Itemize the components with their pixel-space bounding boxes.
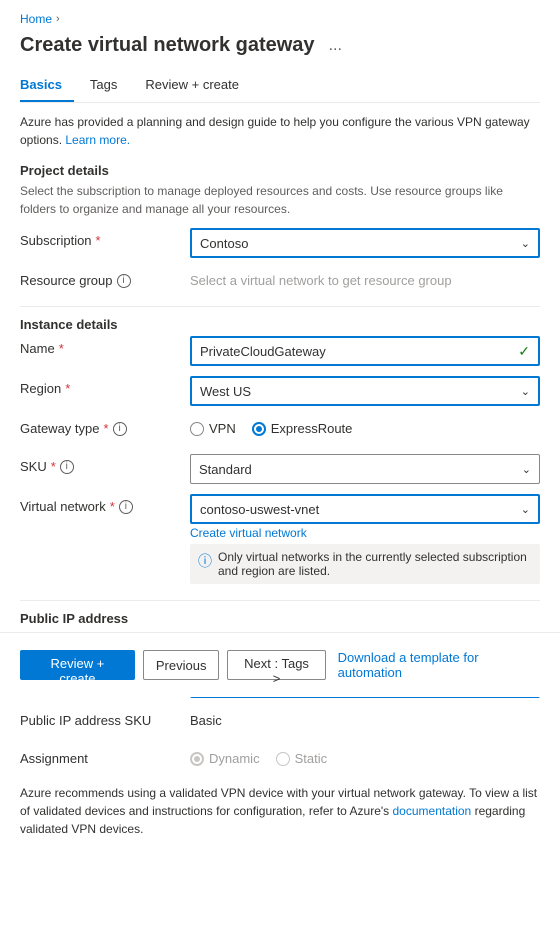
review-create-button[interactable]: Review + create bbox=[20, 650, 135, 680]
info-bar: Azure has provided a planning and design… bbox=[20, 113, 540, 149]
virtual-network-value: contoso-uswest-vnet bbox=[200, 502, 319, 517]
divider-2 bbox=[20, 600, 540, 601]
region-label: Region * bbox=[20, 376, 190, 396]
name-control: PrivateCloudGateway ✓ bbox=[190, 336, 540, 366]
region-row: Region * West US ⌄ bbox=[20, 376, 540, 406]
region-control: West US ⌄ bbox=[190, 376, 540, 406]
region-required: * bbox=[65, 381, 70, 396]
assignment-control: Dynamic Static bbox=[190, 746, 540, 766]
assignment-label: Assignment bbox=[20, 746, 190, 766]
tabs-container: Basics Tags Review + create bbox=[20, 69, 540, 103]
breadcrumb: Home › bbox=[20, 12, 540, 26]
virtual-network-select[interactable]: contoso-uswest-vnet ⌄ bbox=[190, 494, 540, 524]
gateway-type-expressroute-option[interactable]: ExpressRoute bbox=[252, 421, 353, 436]
region-value: West US bbox=[200, 384, 251, 399]
resource-group-label: Resource group i bbox=[20, 268, 190, 288]
public-ip-sku-label: Public IP address SKU bbox=[20, 708, 190, 728]
sku-info-icon[interactable]: i bbox=[60, 460, 74, 474]
public-ip-sku-row: Public IP address SKU Basic bbox=[20, 708, 540, 736]
recommendation-text: Azure recommends using a validated VPN d… bbox=[20, 784, 540, 838]
gateway-type-vpn-option[interactable]: VPN bbox=[190, 421, 236, 436]
sku-required: * bbox=[51, 459, 56, 474]
create-virtual-network-link[interactable]: Create virtual network bbox=[190, 526, 540, 540]
name-row: Name * PrivateCloudGateway ✓ bbox=[20, 336, 540, 366]
breadcrumb-separator: › bbox=[56, 13, 60, 25]
gateway-type-info-icon[interactable]: i bbox=[113, 422, 127, 436]
name-required: * bbox=[59, 341, 64, 356]
previous-button[interactable]: Previous bbox=[143, 650, 220, 680]
name-input[interactable]: PrivateCloudGateway ✓ bbox=[190, 336, 540, 366]
sku-control: Standard ⌄ bbox=[190, 454, 540, 484]
instance-details-title: Instance details bbox=[20, 317, 540, 332]
gateway-type-row: Gateway type * i VPN ExpressRoute bbox=[20, 416, 540, 444]
gateway-type-vpn-radio[interactable] bbox=[190, 422, 204, 436]
notice-text: Only virtual networks in the currently s… bbox=[218, 550, 532, 578]
static-radio bbox=[276, 752, 290, 766]
region-chevron: ⌄ bbox=[521, 385, 530, 398]
page-header: Create virtual network gateway ... bbox=[20, 34, 540, 57]
resource-group-info-icon[interactable]: i bbox=[117, 274, 131, 288]
static-label: Static bbox=[295, 751, 328, 766]
name-value: PrivateCloudGateway bbox=[200, 344, 326, 359]
virtual-network-label: Virtual network * i bbox=[20, 494, 190, 514]
sku-select[interactable]: Standard ⌄ bbox=[190, 454, 540, 484]
assignment-radio-group: Dynamic Static bbox=[190, 746, 540, 766]
dynamic-radio bbox=[190, 752, 204, 766]
recommendation-link[interactable]: documentation bbox=[393, 804, 472, 818]
virtual-network-row: Virtual network * i contoso-uswest-vnet … bbox=[20, 494, 540, 590]
virtual-network-info-icon[interactable]: i bbox=[119, 500, 133, 514]
page-title: Create virtual network gateway bbox=[20, 34, 315, 57]
sku-chevron: ⌄ bbox=[522, 463, 531, 476]
name-valid-icon: ✓ bbox=[518, 343, 530, 360]
next-button[interactable]: Next : Tags > bbox=[227, 650, 325, 680]
subscription-chevron: ⌄ bbox=[521, 237, 530, 250]
sku-row: SKU * i Standard ⌄ bbox=[20, 454, 540, 484]
breadcrumb-home[interactable]: Home bbox=[20, 12, 52, 26]
virtual-network-required: * bbox=[110, 499, 115, 514]
subscription-value: Contoso bbox=[200, 236, 248, 251]
static-option: Static bbox=[276, 751, 328, 766]
dynamic-option: Dynamic bbox=[190, 751, 260, 766]
resource-group-placeholder: Select a virtual network to get resource… bbox=[190, 268, 540, 288]
public-ip-sku-value: Basic bbox=[190, 708, 540, 728]
virtual-network-chevron: ⌄ bbox=[521, 503, 530, 516]
virtual-network-notice: ⓘ Only virtual networks in the currently… bbox=[190, 544, 540, 584]
download-template-link[interactable]: Download a template for automation bbox=[334, 645, 540, 685]
gateway-type-vpn-label: VPN bbox=[209, 421, 236, 436]
info-bar-link[interactable]: Learn more. bbox=[65, 133, 130, 147]
instance-details-section: Instance details Name * PrivateCloudGate… bbox=[20, 317, 540, 590]
sku-value: Standard bbox=[199, 462, 252, 477]
resource-group-row: Resource group i Select a virtual networ… bbox=[20, 268, 540, 296]
tab-tags[interactable]: Tags bbox=[90, 69, 129, 102]
subscription-select[interactable]: Contoso ⌄ bbox=[190, 228, 540, 258]
virtual-network-control: contoso-uswest-vnet ⌄ Create virtual net… bbox=[190, 494, 540, 590]
gateway-type-label: Gateway type * i bbox=[20, 416, 190, 436]
subscription-required: * bbox=[96, 233, 101, 248]
project-details-title: Project details bbox=[20, 163, 540, 178]
public-ip-title: Public IP address bbox=[20, 611, 540, 626]
gateway-type-required: * bbox=[104, 421, 109, 436]
subscription-control: Contoso ⌄ bbox=[190, 228, 540, 258]
dynamic-label: Dynamic bbox=[209, 751, 260, 766]
sku-label: SKU * i bbox=[20, 454, 190, 474]
divider-1 bbox=[20, 306, 540, 307]
assignment-row: Assignment Dynamic Static bbox=[20, 746, 540, 774]
name-label: Name * bbox=[20, 336, 190, 356]
resource-group-control: Select a virtual network to get resource… bbox=[190, 268, 540, 288]
footer: Review + create Previous Next : Tags > D… bbox=[0, 632, 560, 697]
public-ip-sku-control: Basic bbox=[190, 708, 540, 728]
gateway-type-expressroute-radio[interactable] bbox=[252, 422, 266, 436]
project-details-desc: Select the subscription to manage deploy… bbox=[20, 182, 540, 218]
gateway-type-radio-group: VPN ExpressRoute bbox=[190, 416, 540, 436]
tab-basics[interactable]: Basics bbox=[20, 69, 74, 102]
gateway-type-control: VPN ExpressRoute bbox=[190, 416, 540, 436]
project-details-section: Project details Select the subscription … bbox=[20, 163, 540, 296]
subscription-label: Subscription * bbox=[20, 228, 190, 248]
subscription-row: Subscription * Contoso ⌄ bbox=[20, 228, 540, 258]
ellipsis-button[interactable]: ... bbox=[323, 35, 348, 57]
region-select[interactable]: West US ⌄ bbox=[190, 376, 540, 406]
notice-info-icon: ⓘ bbox=[198, 551, 212, 571]
tab-review-create[interactable]: Review + create bbox=[145, 69, 251, 102]
gateway-type-expressroute-label: ExpressRoute bbox=[271, 421, 353, 436]
